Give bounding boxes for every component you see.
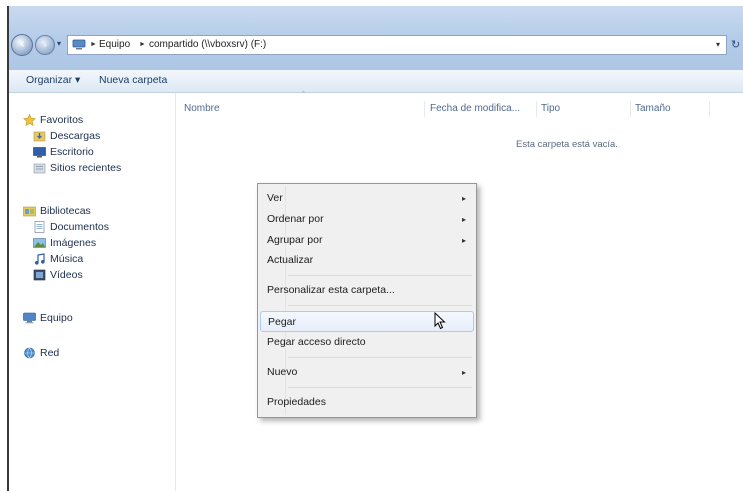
recent-pages-dropdown-icon[interactable]: ▾ [57,39,61,48]
sidebar-item-label: Bibliotecas [40,205,91,217]
menu-separator [288,305,472,306]
recent-places-icon [33,163,46,174]
sidebar-item-label: Red [40,347,60,359]
new-folder-button[interactable]: Nueva carpeta [99,74,167,86]
column-divider[interactable] [424,101,425,117]
column-header-name[interactable]: Nombre [184,103,220,114]
explorer-window: ‹ › ▾ ► Equipo ► compartido (\\vboxsrv) … [7,6,743,491]
computer-icon [23,312,36,324]
column-divider[interactable] [709,101,710,117]
sidebar-item-label: Escritorio [50,146,94,158]
breadcrumb-shared-drive[interactable]: compartido (\\vboxsrv) (F:) [149,39,266,50]
submenu-arrow-icon: ▸ [461,368,466,377]
address-bar[interactable]: ► Equipo ► compartido (\\vboxsrv) (F:) ▾ [67,35,727,55]
column-header-date-modified[interactable]: Fecha de modifica... [430,103,520,114]
sidebar-item-label: Imágenes [50,237,97,249]
submenu-arrow-icon: ▸ [461,236,466,245]
organize-button[interactable]: Organizar ▾ [26,74,80,86]
sidebar-item-label: Vídeos [50,269,83,281]
back-arrow-icon: ‹ [19,37,25,52]
window-frame: ‹ › ▾ ► Equipo ► compartido (\\vboxsrv) … [9,6,743,70]
breadcrumb-separator-icon[interactable]: ► [139,41,146,48]
refresh-icon[interactable]: ↻ [731,38,740,51]
documents-icon [34,221,45,233]
menu-item-propiedades[interactable]: Propiedades [260,392,474,413]
breadcrumb-equipo[interactable]: Equipo [99,39,130,50]
command-bar: Organizar ▾ Nueva carpeta [9,70,743,93]
breadcrumb-separator-icon[interactable]: ► [90,41,97,48]
menu-item-label: Personalizar esta carpeta... [267,284,395,296]
submenu-arrow-icon: ▸ [461,194,466,203]
menu-item-actualizar[interactable]: Actualizar [260,250,474,271]
empty-folder-message: Esta carpeta está vacía. [516,139,618,150]
mouse-cursor-icon [434,312,446,330]
address-row: ‹ › ▾ ► Equipo ► compartido (\\vboxsrv) … [9,32,743,62]
sidebar-item-label: Descargas [50,130,101,142]
pictures-icon [33,238,46,248]
menu-item-ver[interactable]: Ver ▸ [260,188,474,209]
column-divider[interactable] [630,101,631,117]
music-icon [35,253,45,265]
star-icon [23,114,36,126]
menu-item-label: Ordenar por [267,213,324,225]
desktop-icon [33,147,46,158]
menu-item-label: Pegar acceso directo [267,336,366,348]
menu-item-ordenar-por[interactable]: Ordenar por ▸ [260,209,474,230]
navigation-pane: Favoritos Descargas Escritorio Sitios re… [9,93,176,491]
menu-item-personalizar-carpeta[interactable]: Personalizar esta carpeta... [260,280,474,301]
network-icon [24,347,35,359]
sort-indicator-icon: ^ [302,91,305,97]
menu-item-label: Nuevo [267,366,298,378]
menu-item-label: Agrupar por [267,234,323,246]
sidebar-item-label: Favoritos [40,114,84,126]
context-menu: Ver ▸ Ordenar por ▸ Agrupar por ▸ Actual… [257,183,477,418]
menu-item-pegar-acceso-directo[interactable]: Pegar acceso directo [260,332,474,353]
menu-item-nuevo[interactable]: Nuevo ▸ [260,362,474,383]
forward-button[interactable]: › [35,35,55,55]
menu-item-label: Ver [267,192,283,204]
sidebar-item-label: Equipo [40,312,73,324]
menu-item-label: Pegar [268,316,297,328]
menu-item-label: Actualizar [267,254,314,266]
sidebar-item-label: Documentos [50,221,109,233]
column-header-type[interactable]: Tipo [541,103,560,114]
column-divider[interactable] [536,101,537,117]
menu-item-label: Propiedades [267,396,326,408]
menu-item-agrupar-por[interactable]: Agrupar por ▸ [260,230,474,251]
menu-separator [288,387,472,388]
sidebar-item-label: Sitios recientes [50,162,122,174]
computer-icon [72,39,86,50]
videos-icon [33,269,46,281]
menu-separator [288,275,472,276]
back-button[interactable]: ‹ [11,34,33,56]
menu-separator [288,357,472,358]
address-dropdown-icon[interactable]: ▾ [716,40,720,49]
sidebar-item-label: Música [50,253,84,265]
forward-arrow-icon: › [42,38,48,51]
libraries-icon [23,206,36,217]
downloads-icon [33,131,46,142]
submenu-arrow-icon: ▸ [461,215,466,224]
column-header-size[interactable]: Tamaño [635,103,671,114]
